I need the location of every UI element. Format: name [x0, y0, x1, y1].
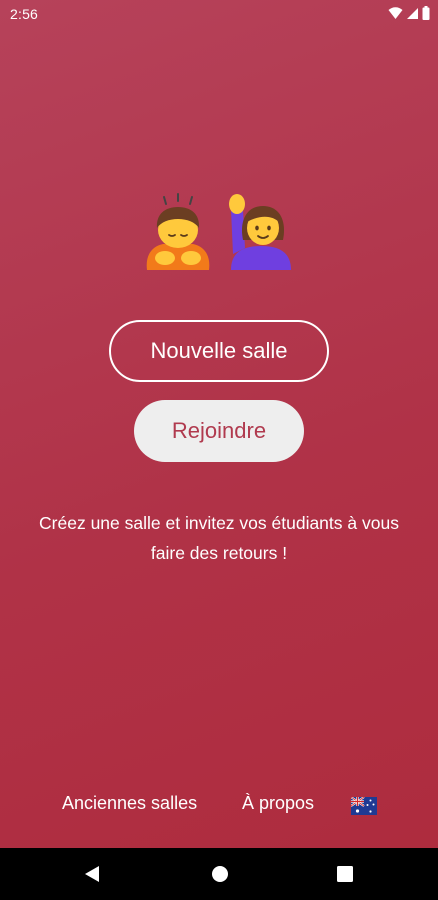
old-rooms-link[interactable]: Anciennes salles	[62, 793, 197, 814]
navigation-bar	[0, 848, 438, 900]
cellular-signal-icon	[406, 6, 419, 20]
woman-raising-hand-emoji	[223, 192, 297, 272]
status-icons	[388, 6, 430, 20]
status-bar: 2:56	[0, 0, 438, 28]
back-icon[interactable]	[84, 865, 100, 883]
status-time: 2:56	[10, 6, 39, 22]
join-button[interactable]: Rejoindre	[134, 400, 304, 462]
new-room-button[interactable]: Nouvelle salle	[109, 320, 329, 382]
tagline-text: Créez une salle et invitez vos étudiants…	[39, 513, 399, 563]
australia-flag-icon[interactable]	[351, 797, 377, 815]
battery-icon	[422, 6, 430, 20]
hero-illustration	[0, 192, 438, 272]
home-icon[interactable]	[211, 865, 229, 883]
app-screen: 2:56 Nouvelle salle Rejoindre Créez une …	[0, 0, 438, 900]
about-link[interactable]: À propos	[242, 793, 314, 814]
wifi-icon	[388, 6, 403, 20]
person-bowing-emoji	[141, 192, 215, 272]
recents-icon[interactable]	[337, 865, 353, 883]
footer-links: Anciennes salles À propos	[0, 793, 438, 819]
